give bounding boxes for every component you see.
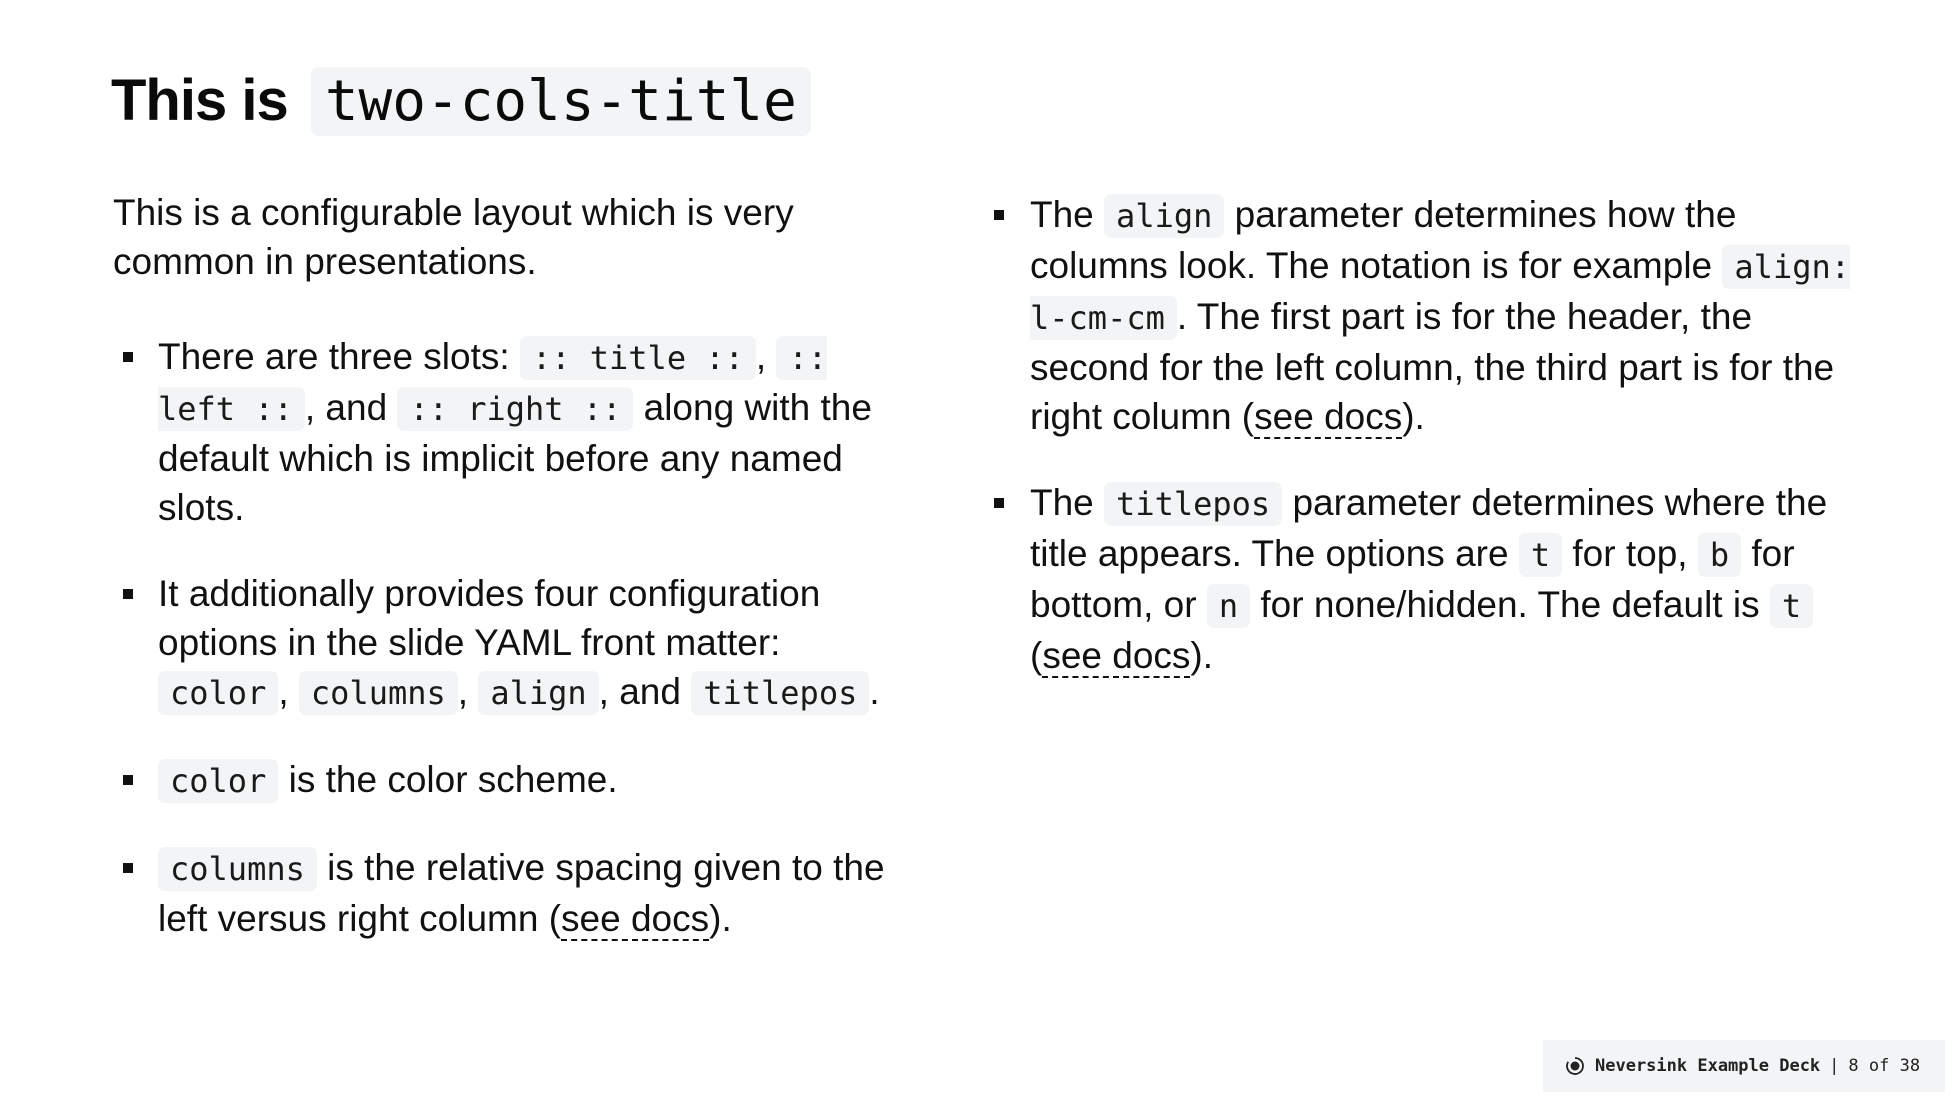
inline-code: t: [1769, 584, 1814, 628]
intro-paragraph: This is a configurable layout which is v…: [113, 192, 794, 282]
inline-code: titlepos: [691, 671, 870, 715]
inline-code: b: [1697, 533, 1742, 577]
see-docs-link[interactable]: see docs: [561, 898, 710, 941]
title-prefix: This is: [111, 68, 289, 133]
inline-code: t: [1518, 533, 1563, 577]
bullet-icon: [123, 863, 133, 873]
inline-code: n: [1206, 584, 1251, 628]
list-item: The align parameter determines how the c…: [994, 190, 1860, 441]
see-docs-link[interactable]: see docs: [1254, 396, 1403, 439]
neversink-logo-icon: [1565, 1056, 1585, 1076]
inline-code: titlepos: [1104, 482, 1283, 526]
inline-code: :: title ::: [519, 336, 756, 380]
bullet-icon: [123, 352, 133, 362]
list-item: There are three slots: :: title ::, :: l…: [113, 332, 913, 532]
right-bullet-list: The align parameter determines how the c…: [994, 190, 1860, 680]
deck-name: Neversink Example Deck: [1595, 1056, 1821, 1076]
inline-code: :: right ::: [397, 387, 634, 431]
bullet-icon: [123, 589, 133, 599]
footer-separator: |: [1829, 1056, 1840, 1076]
bullet-icon: [123, 775, 133, 785]
inline-code: columns: [158, 847, 317, 891]
bullet-icon: [994, 210, 1004, 220]
slide: This is two-cols-title This is a configu…: [0, 0, 1960, 1104]
inline-code: columns: [298, 671, 458, 715]
slide-footer: Neversink Example Deck | 8 of 38: [1543, 1040, 1945, 1092]
list-item: It additionally provides four configurat…: [113, 569, 913, 718]
left-bullet-list: There are three slots: :: title ::, :: l…: [113, 332, 913, 943]
list-item: color is the color scheme.: [113, 755, 913, 806]
page-counter: 8 of 38: [1848, 1056, 1921, 1076]
bullet-icon: [994, 498, 1004, 508]
inline-code: align: [1104, 194, 1225, 238]
see-docs-link[interactable]: see docs: [1042, 635, 1191, 678]
title-code: two-cols-title: [310, 67, 811, 136]
inline-code: align: [478, 671, 599, 715]
left-column: This is a configurable layout which is v…: [113, 188, 913, 980]
right-column: The align parameter determines how the c…: [994, 190, 1860, 717]
inline-code: color: [158, 759, 279, 803]
slide-title: This is two-cols-title: [111, 62, 811, 141]
list-item: The titlepos parameter determines where …: [994, 478, 1860, 680]
list-item: columns is the relative spacing given to…: [113, 843, 913, 943]
inline-code: color: [158, 671, 279, 715]
